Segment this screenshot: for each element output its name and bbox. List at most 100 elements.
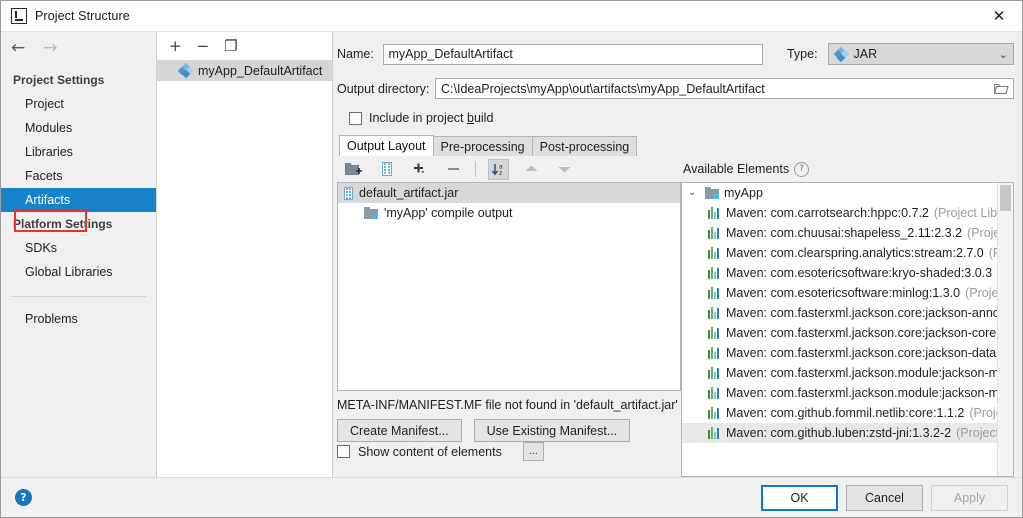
library-icon (708, 267, 721, 279)
back-icon[interactable]: ← (11, 40, 25, 57)
available-elements-scrollbar[interactable] (997, 183, 1013, 476)
sidebar-group-platform-settings: Platform Settings (13, 217, 113, 231)
available-element-row[interactable]: Maven: com.fasterxml.jackson.core:jackso… (682, 323, 997, 343)
available-element-scope: (Project Library) (933, 206, 997, 220)
tab-post-processing[interactable]: Post-processing (531, 136, 638, 156)
available-element-label: Maven: com.fasterxml.jackson.core:jackso… (726, 346, 997, 360)
intellij-idea-icon (11, 8, 27, 24)
available-elements-title: Available Elements (683, 162, 790, 176)
available-elements-list[interactable]: ⌄ myApp Maven: com.carrotsearch:hppc:0.7… (681, 182, 1014, 477)
add-artifact-icon[interactable]: + (169, 38, 182, 54)
output-directory-label: Output directory: (337, 81, 430, 96)
name-input[interactable]: myApp_DefaultArtifact (382, 43, 763, 65)
sidebar-group-project-settings: Project Settings (13, 73, 105, 87)
output-directory-input[interactable]: C:\IdeaProjects\myApp\out\artifacts\myAp… (435, 78, 1014, 99)
name-row: Name: myApp_DefaultArtifact Type: JAR ⌄ (337, 43, 1015, 65)
available-element-scope: (Project Libr (956, 426, 997, 440)
manifest-message: META-INF/MANIFEST.MF file not found in '… (337, 398, 678, 412)
remove-element-icon[interactable] (442, 159, 463, 180)
include-in-build-row[interactable]: Include in project build (349, 111, 1014, 125)
use-existing-manifest-button[interactable]: Use Existing Manifest... (473, 419, 631, 442)
dialog-footer: ? OK Cancel Apply (1, 477, 1022, 517)
browse-folder-icon[interactable] (990, 79, 1012, 98)
type-label: Type: (786, 47, 818, 61)
tab-pre-processing[interactable]: Pre-processing (432, 136, 533, 156)
available-element-row[interactable]: Maven: com.fasterxml.jackson.core:jackso… (682, 303, 997, 323)
library-icon (708, 367, 721, 379)
artifact-list-item[interactable]: myApp_DefaultArtifact (157, 60, 332, 81)
available-element-row[interactable]: Maven: com.esotericsoftware:kryo-shaded:… (682, 263, 997, 283)
library-icon (708, 307, 721, 319)
sidebar-item-project[interactable]: Project (1, 92, 156, 116)
chevron-down-icon[interactable]: ⌄ (688, 188, 700, 198)
copy-artifact-icon[interactable]: ❐ (224, 38, 237, 54)
scrollbar-thumb[interactable] (1000, 185, 1011, 211)
tree-node-compile-output[interactable]: 'myApp' compile output (338, 203, 680, 223)
available-element-row[interactable]: Maven: com.chuusai:shapeless_2.11:2.3.2 … (682, 223, 997, 243)
close-icon[interactable]: ✕ (976, 2, 1022, 31)
editor-tabs: Output Layout Pre-processing Post-proces… (339, 135, 1014, 156)
toolbar-divider (475, 161, 476, 177)
available-element-label: Maven: com.chuusai:shapeless_2.11:2.3.2 (726, 226, 963, 240)
library-icon (708, 327, 721, 339)
sidebar-item-sdks[interactable]: SDKs (1, 236, 156, 260)
available-element-row[interactable]: Maven: com.esotericsoftware:minlog:1.3.0… (682, 283, 997, 303)
artifact-list-panel: + − ❐ myApp_DefaultArtifact (157, 32, 333, 477)
help-icon[interactable]: ? (15, 489, 32, 506)
available-element-row[interactable]: Maven: com.fasterxml.jackson.module:jack… (682, 383, 997, 403)
forward-icon[interactable]: → (43, 40, 57, 57)
layout-panes: a z default_artifact.jar 'myApp' compile… (337, 156, 1014, 477)
available-element-label: Maven: com.fasterxml.jackson.module:jack… (726, 366, 997, 380)
include-in-build-label: Include in project build (369, 111, 494, 125)
move-up-icon[interactable] (521, 159, 542, 180)
sidebar-item-facets[interactable]: Facets (1, 164, 156, 188)
apply-button: Apply (931, 484, 1008, 511)
sidebar-item-artifacts[interactable]: Artifacts (1, 188, 156, 212)
include-in-build-checkbox[interactable] (349, 111, 362, 125)
type-select[interactable]: JAR ⌄ (827, 43, 1015, 65)
artifact-icon (177, 62, 194, 79)
artifact-list-item-label: myApp_DefaultArtifact (198, 63, 323, 78)
available-element-scope: (Project Lib (965, 286, 997, 300)
add-directory-icon[interactable] (343, 159, 364, 180)
output-layout-tree[interactable]: default_artifact.jar 'myApp' compile out… (337, 182, 681, 391)
show-content-checkbox[interactable] (337, 445, 350, 458)
sidebar-navigation: ← → (1, 32, 156, 65)
sidebar-divider (11, 296, 146, 297)
sidebar-item-libraries[interactable]: Libraries (1, 140, 156, 164)
available-element-scope: (Project Libra (967, 226, 997, 240)
available-element-row[interactable]: Maven: com.github.fommil.netlib:core:1.1… (682, 403, 997, 423)
project-structure-dialog: Project Structure ✕ ← → Project Settings… (0, 0, 1023, 518)
jar-icon (344, 186, 353, 200)
available-elements-root-node[interactable]: ⌄ myApp (682, 183, 997, 203)
create-manifest-button[interactable]: Create Manifest... (337, 419, 462, 442)
available-element-row[interactable]: Maven: com.fasterxml.jackson.module:jack… (682, 363, 997, 383)
library-icon (708, 207, 721, 219)
library-icon (708, 287, 721, 299)
ok-button[interactable]: OK (761, 484, 838, 511)
sidebar-list: Project Settings Project Modules Librari… (1, 65, 156, 331)
sidebar-item-problems[interactable]: Problems (1, 307, 156, 331)
manifest-section: META-INF/MANIFEST.MF file not found in '… (337, 391, 681, 442)
show-content-more-button[interactable]: ... (522, 442, 544, 461)
available-element-row[interactable]: Maven: com.github.luben:zstd-jni:1.3.2-2… (682, 423, 997, 443)
available-element-row[interactable]: Maven: com.carrotsearch:hppc:0.7.2 (Proj… (682, 203, 997, 223)
remove-artifact-icon[interactable]: − (197, 38, 210, 54)
library-icon (708, 347, 721, 359)
show-content-row: Show content of elements ... (337, 442, 681, 461)
module-output-icon (364, 206, 378, 219)
available-element-row[interactable]: Maven: com.fasterxml.jackson.core:jackso… (682, 343, 997, 363)
tab-output-layout[interactable]: Output Layout (339, 135, 434, 156)
sidebar-item-global-libraries[interactable]: Global Libraries (1, 260, 156, 284)
sort-alphabetically-icon[interactable]: a z (488, 158, 509, 180)
add-archive-icon[interactable] (376, 159, 397, 180)
add-element-icon[interactable] (409, 159, 430, 180)
help-icon[interactable]: ? (794, 161, 810, 177)
move-down-icon[interactable] (554, 159, 575, 180)
available-element-scope: (Project (988, 246, 997, 260)
cancel-button[interactable]: Cancel (846, 484, 923, 511)
available-element-scope: (Project L (969, 406, 997, 420)
available-element-row[interactable]: Maven: com.clearspring.analytics:stream:… (682, 243, 997, 263)
tree-node-artifact-jar[interactable]: default_artifact.jar (338, 183, 680, 203)
sidebar-item-modules[interactable]: Modules (1, 116, 156, 140)
